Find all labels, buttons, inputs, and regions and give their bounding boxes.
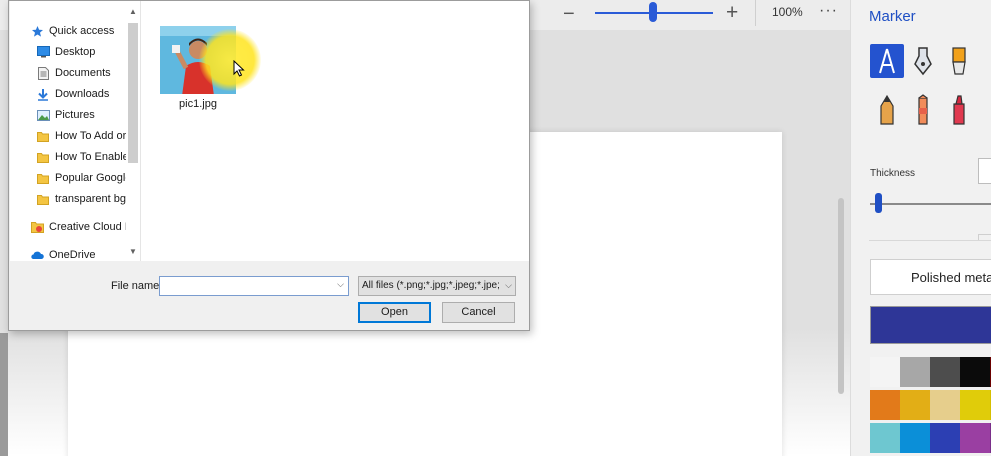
- color-swatch[interactable]: [960, 390, 990, 420]
- nav-label: transparent bg: [55, 193, 126, 205]
- color-swatch[interactable]: [930, 357, 960, 387]
- zoom-slider-thumb[interactable]: [649, 2, 657, 22]
- panel-title: Marker: [869, 8, 916, 25]
- nav-label: Quick access: [49, 25, 115, 37]
- cancel-button[interactable]: Cancel: [442, 302, 515, 323]
- thickness-label: Thickness: [870, 168, 916, 179]
- pencil-icon[interactable]: [870, 93, 904, 127]
- nav-item-downloads[interactable]: Downloads 📌: [36, 85, 140, 103]
- zoom-in-button[interactable]: +: [726, 1, 738, 25]
- folder-icon: [36, 192, 50, 206]
- thickness-value-input[interactable]: [978, 158, 991, 184]
- file-name-input[interactable]: [160, 278, 330, 296]
- nav-item-folder[interactable]: How To Add or C: [36, 127, 140, 145]
- color-swatch[interactable]: [960, 357, 990, 387]
- window-edge: [0, 333, 8, 456]
- nav-scrollbar[interactable]: ▲ ▼: [126, 1, 140, 261]
- cloud-icon: [30, 248, 44, 261]
- panel-divider: [869, 240, 991, 241]
- nav-item-pictures[interactable]: Pictures 📌: [36, 106, 140, 124]
- open-button[interactable]: Open: [358, 302, 431, 323]
- scroll-down-arrow-icon[interactable]: ▼: [129, 247, 137, 256]
- color-swatch[interactable]: [930, 423, 960, 453]
- zoom-percentage[interactable]: 100%: [772, 5, 803, 19]
- mouse-pointer-icon: [233, 59, 245, 82]
- chevron-down-icon[interactable]: ⌵: [503, 280, 512, 291]
- thickness-slider-track[interactable]: [870, 203, 991, 205]
- nav-label: How To Add or C: [55, 130, 138, 142]
- brush-panel: Marker Thickness Polished metal: [850, 0, 991, 456]
- nav-label: Documents: [55, 67, 111, 79]
- nav-item-folder[interactable]: transparent bg: [36, 190, 140, 208]
- current-color-preview[interactable]: [870, 306, 991, 344]
- star-icon: [30, 24, 44, 38]
- workspace-scrollbar[interactable]: [838, 198, 844, 394]
- color-swatch[interactable]: [900, 423, 930, 453]
- folder-icon: [36, 150, 50, 164]
- nav-label: OneDrive: [49, 249, 96, 261]
- thickness-slider-thumb[interactable]: [875, 193, 882, 213]
- highlighter-icon[interactable]: [942, 93, 976, 127]
- file-type-filter[interactable]: All files (*.png;*.jpg;*.jpeg;*.jpe; ⌵: [358, 276, 516, 296]
- color-swatch[interactable]: [870, 423, 900, 453]
- file-name-combobox[interactable]: ⌵: [159, 276, 349, 296]
- crayon-icon[interactable]: [906, 93, 940, 127]
- creative-cloud-folder-icon: [30, 220, 44, 234]
- desktop-icon: [36, 45, 50, 59]
- more-options-button[interactable]: ···: [819, 2, 838, 20]
- nav-scroll-thumb[interactable]: [128, 23, 138, 163]
- ink-pen-icon[interactable]: [906, 44, 940, 78]
- downloads-icon: [36, 87, 50, 101]
- file-name-label: pic1.jpg: [179, 98, 217, 110]
- nav-label: Desktop: [55, 46, 96, 58]
- scroll-up-arrow-icon[interactable]: ▲: [129, 7, 137, 16]
- chevron-down-icon[interactable]: ⌵: [337, 279, 344, 290]
- calligraphy-pen-icon[interactable]: [870, 44, 904, 78]
- nav-label: Pictures: [55, 109, 95, 121]
- nav-item-desktop[interactable]: Desktop 📌: [36, 43, 140, 61]
- divider: [755, 0, 756, 26]
- color-swatch[interactable]: [870, 357, 900, 387]
- pictures-icon: [36, 108, 50, 122]
- zoom-out-button[interactable]: −: [563, 3, 575, 26]
- files-pane: pic1.jpg: [140, 1, 529, 261]
- file-name-label: File name:: [111, 280, 163, 292]
- color-swatch[interactable]: [930, 390, 960, 420]
- documents-icon: [36, 66, 50, 80]
- color-swatch[interactable]: [870, 390, 900, 420]
- folder-icon: [36, 171, 50, 185]
- color-swatch[interactable]: [960, 423, 990, 453]
- nav-item-folder[interactable]: Popular Google I: [36, 169, 140, 187]
- open-file-dialog: Quick access Desktop 📌 Documents 📌 Downl…: [8, 0, 530, 331]
- file-type-filter-value: All files (*.png;*.jpg;*.jpeg;*.jpe;: [362, 280, 500, 291]
- color-swatch[interactable]: [900, 390, 930, 420]
- nav-creative-cloud[interactable]: Creative Cloud File: [30, 218, 140, 236]
- navigation-pane: Quick access Desktop 📌 Documents 📌 Downl…: [10, 1, 140, 261]
- nav-quick-access[interactable]: Quick access: [30, 22, 140, 40]
- marker-icon[interactable]: [942, 44, 976, 78]
- nav-onedrive[interactable]: OneDrive: [30, 246, 140, 261]
- nav-item-documents[interactable]: Documents 📌: [36, 64, 140, 82]
- material-button[interactable]: Polished metal: [870, 259, 991, 295]
- color-swatch[interactable]: [900, 357, 930, 387]
- folder-icon: [36, 129, 50, 143]
- nav-label: Downloads: [55, 88, 110, 100]
- nav-item-folder[interactable]: How To Enable D: [36, 148, 140, 166]
- cursor-highlight: [199, 29, 261, 91]
